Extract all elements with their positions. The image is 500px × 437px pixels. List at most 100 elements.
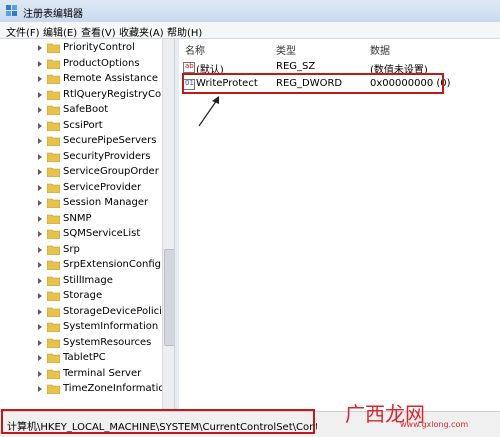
folder-icon <box>47 353 60 363</box>
folder-icon <box>47 384 60 394</box>
tree-item[interactable]: SecurePipeServers <box>0 134 162 149</box>
tree-item-label: SecurityProviders <box>63 150 151 162</box>
value-type: REG_SZ <box>276 61 316 72</box>
menu-file[interactable]: 文件(F) <box>6 24 40 39</box>
folder-icon <box>47 307 60 317</box>
pointer-arrow-icon <box>198 96 219 127</box>
tree-item-label: StillImage <box>63 274 113 286</box>
expand-arrow-icon[interactable] <box>38 339 42 346</box>
expand-arrow-icon[interactable] <box>38 293 42 299</box>
tree-item-label: ServiceGroupOrder <box>63 166 159 177</box>
expand-arrow-icon[interactable] <box>38 169 42 175</box>
tree-item[interactable]: RtlQueryRegistryConf <box>0 88 162 103</box>
column-header-data[interactable]: 数据 <box>370 42 390 58</box>
tree-item[interactable]: SystemResources <box>0 336 162 351</box>
folder-icon <box>47 260 60 270</box>
tree-item-label: StorageDevicePolicies <box>63 305 162 317</box>
tree-item[interactable]: SystemInformation <box>0 320 162 335</box>
tree-item[interactable]: Terminal Server <box>0 367 162 382</box>
expand-arrow-icon[interactable] <box>38 76 42 82</box>
tree-item[interactable]: Storage <box>0 289 162 304</box>
tree-item[interactable]: SecurityProviders <box>0 150 162 165</box>
tree-item[interactable]: Session Manager <box>0 196 162 211</box>
expand-arrow-icon[interactable] <box>38 60 42 67</box>
status-highlight-box <box>1 409 315 434</box>
expand-arrow-icon[interactable] <box>38 231 42 237</box>
folder-icon <box>47 152 60 162</box>
expand-arrow-icon[interactable] <box>38 184 42 191</box>
folder-icon <box>47 105 60 115</box>
tree-item-label: TabletPC <box>63 352 106 363</box>
tree-item[interactable]: SQMServiceList <box>0 227 162 242</box>
values-pane[interactable]: 名称 类型 数据 ab (默认) REG_SZ (数值未设置) 01 Write… <box>179 39 500 411</box>
expand-arrow-icon[interactable] <box>38 324 42 330</box>
window-title: 注册表编辑器 <box>23 9 83 20</box>
expand-arrow-icon[interactable] <box>38 45 42 51</box>
tree-item-label: Session Manager <box>63 197 149 208</box>
tree-item-label: SQMServiceList <box>63 228 141 239</box>
tree-item-label: SafeBoot <box>63 104 109 115</box>
tree-item-label: ServiceProvider <box>63 181 142 193</box>
menu-edit[interactable]: 编辑(E) <box>43 24 77 39</box>
tree-item[interactable]: TimeZoneInformation <box>0 382 162 397</box>
expand-arrow-icon[interactable] <box>38 370 42 377</box>
folder-icon <box>47 291 60 301</box>
tree-item[interactable]: SafeBoot <box>0 103 162 118</box>
tree-item-label: ScsiPort <box>63 119 103 131</box>
folder-icon <box>47 322 60 332</box>
tree-item-label: Terminal Server <box>63 367 142 379</box>
tree-item[interactable]: SrpExtensionConfig <box>0 258 162 273</box>
expand-arrow-icon[interactable] <box>38 107 42 113</box>
folder-icon <box>47 167 60 177</box>
column-header-name[interactable]: 名称 <box>185 42 205 58</box>
tree-item-label: SystemInformation <box>63 321 159 332</box>
folder-icon <box>47 245 60 255</box>
registry-tree[interactable]: PriorityControl ProductOptions Remote Assi… <box>0 39 162 411</box>
highlight-box <box>182 73 444 94</box>
folder-icon <box>47 369 60 379</box>
menu-help[interactable]: 帮助(H) <box>167 24 202 39</box>
folder-icon <box>47 183 60 193</box>
expand-arrow-icon[interactable] <box>38 262 42 268</box>
folder-icon <box>47 74 60 84</box>
folder-icon <box>47 276 60 286</box>
expand-arrow-icon[interactable] <box>38 277 42 284</box>
watermark-url: www.gxlong.com <box>400 420 469 429</box>
tree-item[interactable]: Remote Assistance <box>0 72 162 87</box>
folder-icon <box>47 214 60 224</box>
tree-item[interactable]: SNMP <box>0 212 162 227</box>
tree-item-label: PriorityControl <box>63 42 135 53</box>
expand-arrow-icon[interactable] <box>38 153 42 160</box>
expand-arrow-icon[interactable] <box>38 308 42 315</box>
tree-item[interactable]: StorageDevicePolicies <box>0 305 162 320</box>
tree-item[interactable]: ScsiPort <box>0 119 162 134</box>
tree-item[interactable]: ProductOptions <box>0 57 162 72</box>
tree-item[interactable]: ServiceGroupOrder <box>0 165 162 180</box>
folder-icon <box>47 229 60 239</box>
folder-icon <box>47 198 60 208</box>
expand-arrow-icon[interactable] <box>38 355 42 361</box>
expand-arrow-icon[interactable] <box>38 122 42 129</box>
folder-icon <box>47 121 60 131</box>
tree-item-label: RtlQueryRegistryConf <box>63 88 162 100</box>
tree-item[interactable]: Srp <box>0 243 162 258</box>
expand-arrow-icon[interactable] <box>38 138 42 144</box>
menu-view[interactable]: 查看(V) <box>81 24 116 39</box>
tree-item[interactable]: ServiceProvider <box>0 181 162 196</box>
tree-item[interactable]: TabletPC <box>0 351 162 366</box>
expand-arrow-icon[interactable] <box>38 386 42 392</box>
tree-item[interactable]: StillImage <box>0 274 162 289</box>
expand-arrow-icon[interactable] <box>38 91 42 98</box>
tree-item-label: Storage <box>63 290 103 301</box>
menu-favorites[interactable]: 收藏夹(A) <box>119 24 164 39</box>
column-header-type[interactable]: 类型 <box>276 42 296 58</box>
tree-item[interactable]: PriorityControl <box>0 41 162 56</box>
expand-arrow-icon[interactable] <box>38 246 42 253</box>
expand-arrow-icon[interactable] <box>38 215 42 222</box>
tree-item-label: Srp <box>63 243 80 255</box>
folder-icon <box>47 136 60 146</box>
folder-icon <box>47 90 60 100</box>
tree-item-label: SecurePipeServers <box>63 135 157 146</box>
expand-arrow-icon[interactable] <box>38 200 42 206</box>
tree-item-label: SystemResources <box>63 336 152 348</box>
